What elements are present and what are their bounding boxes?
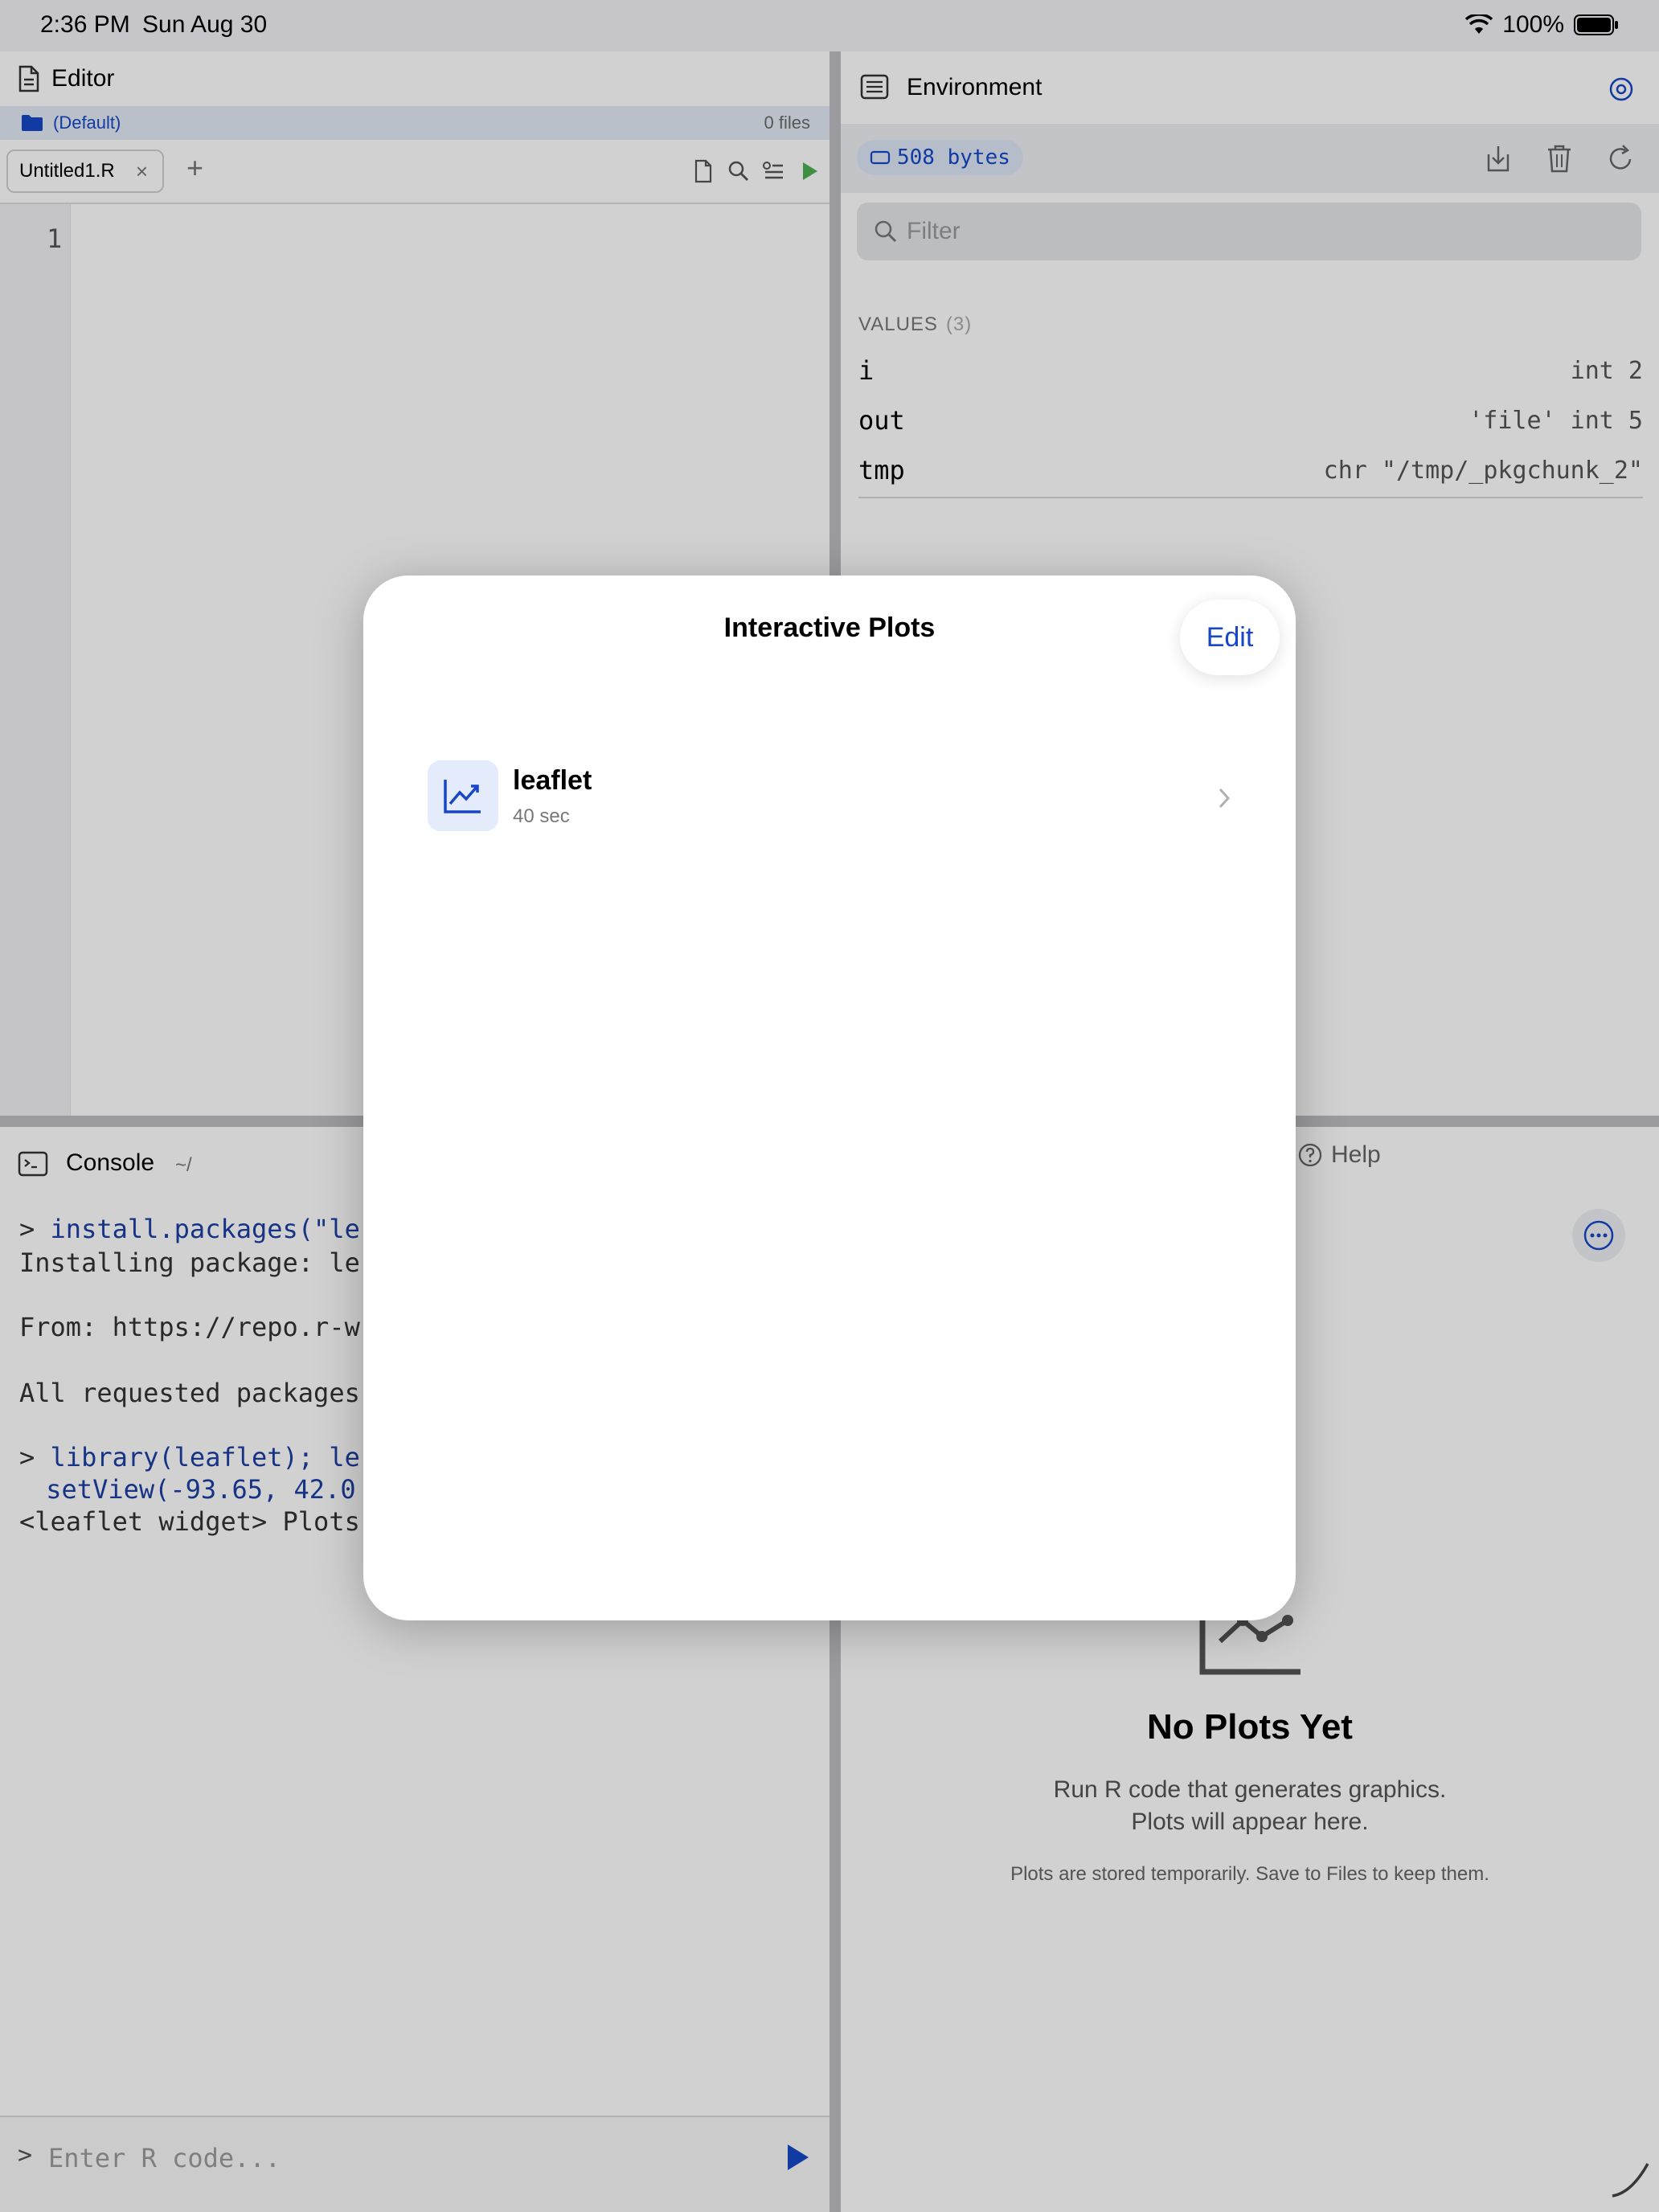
interactive-plots-modal: Interactive Plots Edit leaflet 40 sec (363, 576, 1296, 1620)
chart-icon (444, 780, 481, 813)
list-item[interactable]: leaflet 40 sec (428, 760, 1231, 841)
chevron-right-icon (1219, 788, 1231, 809)
plot-item-time: 40 sec (513, 805, 570, 827)
plot-item-name: leaflet (513, 765, 592, 796)
modal-title: Interactive Plots (723, 612, 936, 643)
edit-button[interactable]: Edit (1180, 600, 1280, 675)
plot-thumbnail (428, 760, 498, 831)
